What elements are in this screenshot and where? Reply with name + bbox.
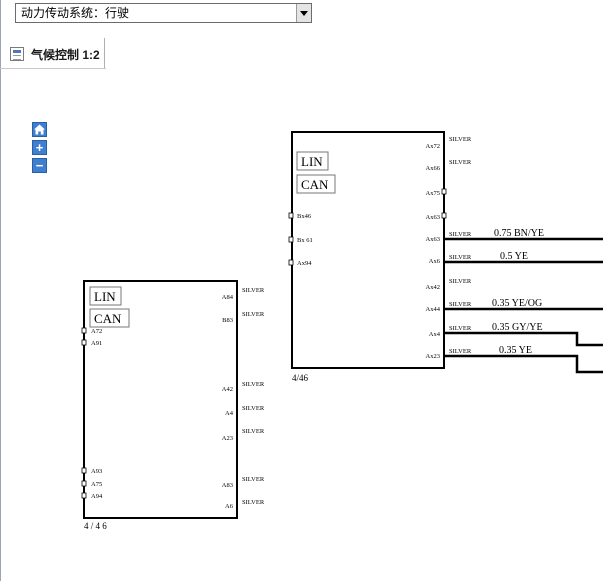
pin-label: A83 [222, 482, 233, 489]
connector-label: SILVER [242, 499, 265, 506]
pin-label: A91 [91, 340, 102, 347]
connector-label: SILVER [242, 476, 265, 483]
pin-label: A4 [225, 410, 234, 417]
pin-label: A72 [91, 328, 102, 335]
module-footer: 4/46 [292, 373, 309, 383]
pin-marker [81, 327, 87, 334]
pin-marker [288, 236, 294, 243]
connector-label: SILVER [449, 136, 472, 143]
connector-label: SILVER [449, 159, 472, 166]
wire-label: 0.35 YE/OG [492, 298, 542, 309]
connector-label: SILVER [242, 287, 265, 294]
pin-marker [288, 259, 294, 266]
pin-marker [81, 492, 87, 499]
can-label-left: CAN [94, 311, 122, 326]
lin-label-left: LIN [94, 289, 116, 304]
pin-label: Ax42 [426, 284, 440, 291]
connector-label: SILVER [449, 325, 472, 332]
pin-label: Bx46 [297, 213, 312, 220]
pin-label: Ax63 [426, 214, 440, 221]
pin-label: A75 [91, 481, 102, 488]
pin-label: Ax72 [426, 143, 440, 150]
pin-label: A84 [222, 294, 234, 301]
pin-label: Ax4 [429, 331, 441, 338]
connector-label: SILVER [449, 254, 472, 261]
pin-label: A93 [91, 468, 102, 475]
wire-label: 0.5 YE [500, 251, 528, 262]
wire-label: 0.75 BN/YE [494, 228, 544, 239]
connector-label: SILVER [449, 231, 472, 238]
module-footer: 4 / 4 6 [84, 521, 107, 531]
pin-label: A94 [91, 493, 103, 500]
pin-label: Ax6 [429, 258, 441, 265]
pin-marker [441, 212, 447, 219]
lin-label-top: LIN [301, 154, 323, 169]
connector-label: SILVER [242, 311, 265, 318]
connector-label: SILVER [449, 301, 472, 308]
wire[interactable] [444, 331, 603, 347]
pin-label: Ax94 [297, 260, 312, 267]
connector-label: SILVER [242, 381, 265, 388]
pin-marker [81, 339, 87, 346]
pin-label: A42 [222, 386, 233, 393]
pin-label: Bx 61 [297, 237, 313, 244]
pin-label: A23 [222, 435, 233, 442]
connector-label: SILVER [449, 278, 472, 285]
pin-marker [288, 212, 294, 219]
pin-label: A6 [225, 503, 234, 510]
connector-label: SILVER [242, 405, 265, 412]
pin-label: Ax23 [426, 353, 440, 360]
pin-marker [81, 467, 87, 474]
pin-label: B83 [222, 317, 233, 324]
wiring-diagram: LIN CAN Ax72 SILVER Ax66 SILVER Ax75 Ax6… [81, 131, 603, 531]
wire-label: 0.35 YE [499, 345, 532, 356]
pin-label: Ax63 [426, 236, 440, 243]
wire-label: 0.35 GY/YE [492, 322, 543, 333]
pin-label: Ax66 [426, 165, 441, 172]
can-label-top: CAN [301, 177, 329, 192]
connector-label: SILVER [449, 348, 472, 355]
pin-label: Ax44 [426, 306, 441, 313]
pin-marker [81, 480, 87, 487]
pin-label: Ax75 [426, 190, 440, 197]
wire[interactable] [444, 354, 603, 374]
pin-marker [441, 188, 447, 195]
connector-label: SILVER [242, 428, 265, 435]
